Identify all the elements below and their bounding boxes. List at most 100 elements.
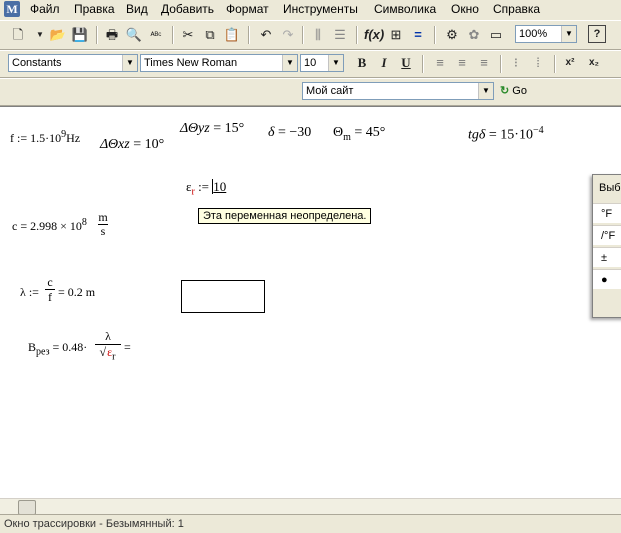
chevron-down-icon: ▼ — [328, 55, 343, 71]
zoom-select[interactable]: 100% ▼ — [515, 25, 577, 43]
units-panel-row[interactable]: ● — [593, 269, 621, 289]
equation-c[interactable]: c = 2.998 × 108 — [12, 217, 87, 234]
units-panel-row[interactable]: °F — [593, 203, 621, 223]
equation-eps-r[interactable]: εr := 10 — [186, 179, 227, 198]
help-icon[interactable]: ? — [588, 25, 606, 43]
numbering-icon[interactable]: ⁞ — [528, 53, 548, 73]
align-left-icon[interactable]: ≡ — [430, 53, 450, 73]
menu-file[interactable]: Файл — [30, 2, 60, 16]
site-select[interactable]: Мой сайт ▼ — [302, 82, 494, 100]
equation-f[interactable]: f := 1.5·109Hz — [10, 129, 80, 146]
app-icon[interactable]: M — [4, 1, 20, 17]
font-size-value: 10 — [304, 57, 317, 69]
equation-dtheta-yz[interactable]: ΔΘyz = 15° — [180, 121, 244, 137]
menu-help[interactable]: Справка — [493, 2, 540, 16]
c-unit-num: m — [98, 210, 108, 225]
menu-view[interactable]: Вид — [126, 2, 148, 16]
menu-edit[interactable]: Правка — [74, 2, 115, 16]
paste-icon[interactable]: 📋 — [222, 25, 242, 45]
b-coefficient: = 0.48· — [52, 340, 88, 354]
insert-unit-icon[interactable]: ⊞ — [386, 25, 406, 45]
equation-tg-delta[interactable]: tgδ = 15·10−4 — [468, 125, 544, 144]
b-fraction: λ √εr — [95, 329, 121, 364]
bullets-icon[interactable]: ⁝ — [506, 53, 526, 73]
equation-theta-m[interactable]: Θm = 45° — [333, 125, 385, 143]
units-panel-row[interactable]: /°F — [593, 225, 621, 245]
units-panel[interactable]: Выб °F /°F ± ● — [592, 174, 621, 318]
insert-region-icon[interactable]: ▭ — [486, 25, 506, 45]
menu-window[interactable]: Окно — [451, 2, 479, 16]
new-document-icon[interactable]: 🗋 — [8, 25, 28, 45]
new-dropdown-arrow-icon[interactable]: ▼ — [30, 25, 50, 45]
undo-icon[interactable]: ↶ — [256, 25, 276, 45]
subscript-button[interactable]: x₂ — [584, 53, 604, 73]
units-panel-row[interactable]: ± — [593, 247, 621, 267]
var-dtheta-yz: ΔΘyz — [180, 121, 210, 136]
resource-center-icon[interactable]: ✿ — [464, 25, 484, 45]
standard-toolbar: 🗋 ▼ 📂 💾 🖶 🔍 ᴬᴮᶜ ✂ ⧉ 📋 ↶ ↷ ⫼ ☰ f(x) ⊞ = ⚙… — [0, 20, 621, 50]
var-c: c — [12, 219, 18, 233]
save-icon[interactable]: 💾 — [70, 25, 90, 45]
superscript-button[interactable]: x² — [560, 53, 580, 73]
copy-icon[interactable]: ⧉ — [200, 25, 220, 45]
lambda-num: c — [45, 275, 55, 290]
print-preview-icon[interactable]: 🔍 — [124, 25, 144, 45]
align-center-icon[interactable]: ≡ — [452, 53, 472, 73]
chevron-down-icon: ▼ — [478, 83, 493, 99]
b-den-sub: r — [112, 351, 116, 363]
f-mantissa: 1.5·10 — [30, 131, 62, 145]
equation-dtheta-xz[interactable]: ΔΘxz = 10° — [100, 137, 164, 153]
status-bar: Окно трассировки - Безымянный: 1 — [0, 514, 621, 532]
scrollbar-thumb[interactable] — [18, 500, 36, 515]
font-size-select[interactable]: 10 ▼ — [300, 54, 344, 72]
align-right-icon[interactable]: ≡ — [474, 53, 494, 73]
spell-check-icon[interactable]: ᴬᴮᶜ — [146, 25, 166, 45]
component-icon[interactable]: ⚙ — [442, 25, 462, 45]
underline-button[interactable]: U — [396, 53, 416, 73]
align-across-icon[interactable]: ⫼ — [308, 25, 328, 45]
menu-format[interactable]: Формат — [226, 2, 269, 16]
b-equals: = — [124, 340, 131, 354]
worksheet[interactable]: f := 1.5·109Hz ΔΘxz = 10° ΔΘyz = 15° δ =… — [0, 106, 621, 499]
var-dtheta-xz: ΔΘxz — [100, 137, 130, 152]
dtheta-xz-value: = 10° — [133, 137, 165, 152]
chevron-down-icon: ▼ — [561, 26, 576, 42]
horizontal-scrollbar[interactable] — [0, 498, 621, 515]
menu-insert[interactable]: Добавить — [161, 2, 214, 16]
units-panel-title: Выб — [599, 182, 621, 194]
open-folder-icon[interactable]: 📂 — [48, 25, 68, 45]
c-mantissa: = 2.998 × 10 — [20, 219, 82, 233]
insert-function-icon[interactable]: f(x) — [364, 25, 384, 45]
tg-delta-mantissa: = 15·10 — [488, 127, 533, 143]
chevron-down-icon: ▼ — [282, 55, 297, 71]
b-den: √εr — [99, 344, 117, 363]
equation-b-rez[interactable]: Bрез = 0.48· — [28, 340, 87, 357]
eps-subscript: r — [191, 186, 195, 198]
menu-symbolics[interactable]: Символика — [374, 2, 436, 16]
align-down-icon[interactable]: ☰ — [330, 25, 350, 45]
site-value: Мой сайт — [306, 85, 354, 97]
calculate-icon[interactable]: = — [408, 25, 428, 45]
redo-icon[interactable]: ↷ — [278, 25, 298, 45]
font-select[interactable]: Times New Roman ▼ — [140, 54, 298, 72]
italic-button[interactable]: I — [374, 53, 394, 73]
go-button[interactable]: ↻ Go — [500, 82, 544, 100]
cut-icon[interactable]: ✂ — [178, 25, 198, 45]
equation-lambda[interactable]: λ := — [20, 285, 39, 300]
eps-value[interactable]: 10 — [212, 179, 227, 194]
assign-op: := — [198, 179, 210, 194]
style-select[interactable]: Constants ▼ — [8, 54, 138, 72]
print-icon[interactable]: 🖶 — [102, 25, 122, 45]
var-delta: δ — [268, 125, 275, 140]
menu-tools[interactable]: Инструменты — [283, 2, 358, 16]
bold-button[interactable]: B — [352, 53, 372, 73]
error-tooltip: Эта переменная неопределена. — [198, 208, 372, 224]
dtheta-yz-value: = 15° — [213, 121, 245, 136]
equation-delta[interactable]: δ = −30 — [268, 125, 311, 141]
chevron-down-icon: ▼ — [122, 55, 137, 71]
font-value: Times New Roman — [144, 57, 238, 69]
assign-op: := — [28, 285, 39, 299]
go-label: Go — [512, 85, 527, 97]
var-b: B — [28, 340, 37, 354]
selected-region[interactable] — [181, 280, 265, 313]
